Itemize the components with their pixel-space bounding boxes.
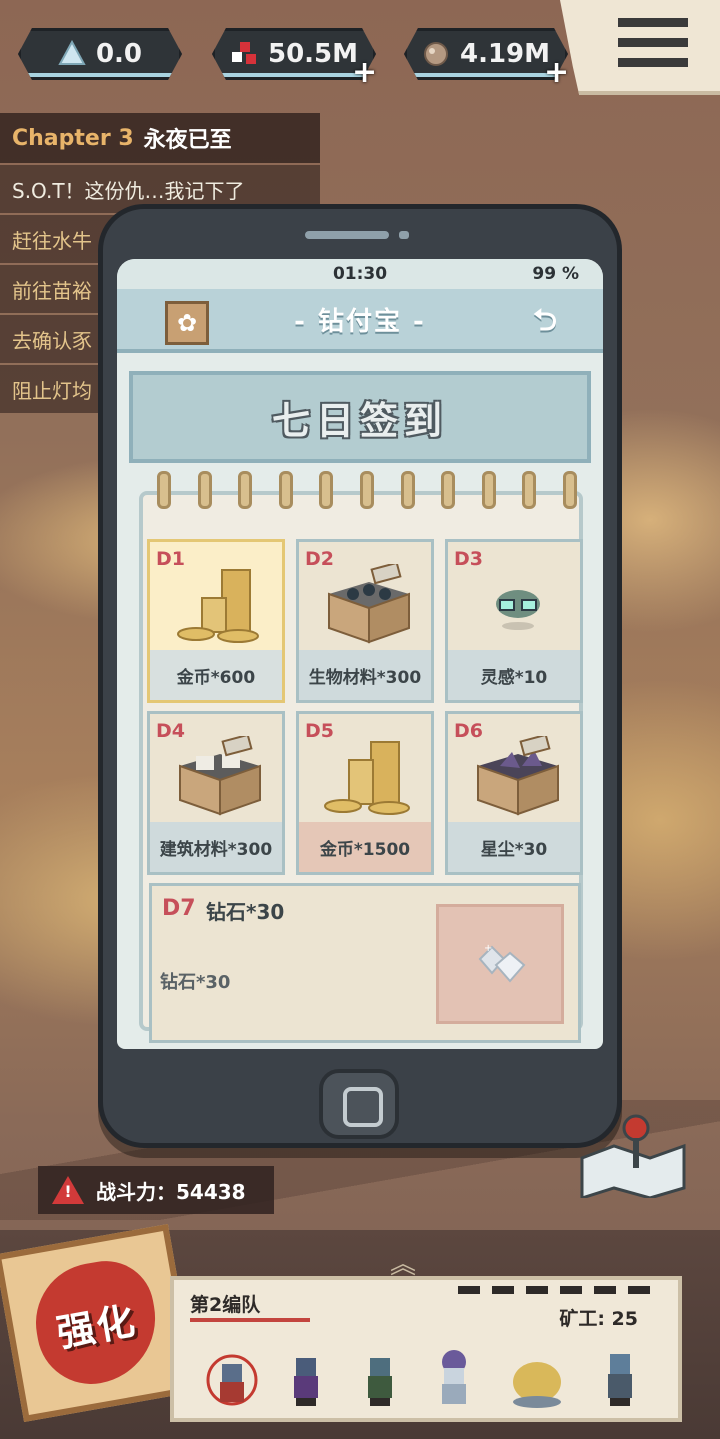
calendar-rings: [157, 471, 577, 511]
day-cell-d4[interactable]: D4 建筑材料*300: [147, 711, 285, 875]
phone-camera: [399, 231, 409, 239]
day-cell-d1[interactable]: D1 金币*600: [147, 539, 285, 703]
inspiration-icon: [496, 590, 540, 630]
team-member-avatar[interactable]: [428, 1346, 480, 1410]
gene-cube-icon: [230, 40, 258, 68]
coins-icon: [324, 741, 410, 815]
ore-icon: [422, 40, 450, 68]
warning-icon: !: [52, 1176, 84, 1204]
team-name-underline: [190, 1318, 310, 1322]
team-dashes: [458, 1286, 658, 1294]
reward-label: 金币*1500: [299, 822, 431, 872]
svg-text:+: +: [484, 943, 492, 954]
reward-label: 星尘*30: [448, 822, 580, 872]
expand-chevron-icon[interactable]: ︽: [378, 1244, 428, 1280]
team-member-avatar[interactable]: [594, 1346, 646, 1410]
strengthen-button[interactable]: 强化: [0, 1224, 198, 1422]
day-cell-d3[interactable]: D3 灵感*10: [445, 539, 583, 703]
coins-icon: [177, 569, 259, 643]
reward-label: 灵感*10: [448, 650, 580, 700]
day-label: D7: [162, 896, 196, 921]
app-title-bar: ✿ - 钻付宝 - ⮌: [117, 289, 603, 353]
flower-icon[interactable]: ✿: [165, 301, 209, 345]
day7-title: 钻石*30: [206, 900, 285, 924]
phone-speaker: [305, 231, 389, 239]
resource-crystal[interactable]: 0.0: [18, 28, 182, 80]
miner-count: 矿工: 25: [559, 1308, 638, 1330]
app-title: - 钻付宝 -: [294, 306, 426, 337]
resource-value: 0.0: [95, 39, 143, 69]
menu-icon-bar: [618, 38, 688, 47]
map-icon[interactable]: [578, 1108, 688, 1198]
back-button[interactable]: ⮌: [519, 305, 571, 337]
status-time: 01:30: [332, 264, 388, 284]
signin-banner: 七日签到: [129, 371, 591, 463]
day7-desc: 钻石*30: [160, 972, 231, 993]
reward-label: 金币*600: [150, 650, 282, 700]
resource-value: 50.5M: [267, 39, 359, 69]
crystal-icon: [58, 40, 86, 68]
resource-value: 4.19M: [459, 39, 551, 69]
day-cell-d5[interactable]: D5 金币*1500: [296, 711, 434, 875]
diamond-icon: +: [478, 943, 526, 983]
chapter-label: Chapter 3: [12, 125, 134, 151]
chapter-name: 永夜已至: [143, 128, 232, 153]
team-member-avatar[interactable]: [502, 1346, 572, 1410]
combat-power: ! 战斗力：54438: [38, 1166, 274, 1214]
day-cell-d2[interactable]: D2 生物材料*300: [296, 539, 434, 703]
team-member-avatar[interactable]: [280, 1346, 332, 1410]
menu-icon-bar: [618, 58, 688, 67]
combat-power-label: 战斗力：54438: [96, 1179, 246, 1204]
banner-title: 七日签到: [271, 398, 448, 443]
status-bar: 01:30 99 %: [117, 259, 603, 289]
add-gene-plus-icon[interactable]: +: [352, 58, 377, 88]
add-ore-plus-icon[interactable]: +: [544, 58, 569, 88]
team-members: [206, 1336, 646, 1410]
phone-home-button[interactable]: [319, 1069, 399, 1139]
phone-screen: 01:30 99 % ✿ - 钻付宝 - ⮌ 七日签到 D1 金币*600 D2…: [117, 259, 603, 1049]
chapter-header: Chapter 3 永夜已至: [0, 113, 320, 163]
menu-button[interactable]: [560, 0, 720, 95]
status-battery: 99 %: [532, 264, 579, 284]
team-name: 第2编队: [190, 1294, 261, 1316]
team-panel[interactable]: 第2编队 矿工: 25: [170, 1276, 682, 1422]
phone-popup: 01:30 99 % ✿ - 钻付宝 - ⮌ 七日签到 D1 金币*600 D2…: [98, 204, 622, 1148]
day-cell-d6[interactable]: D6 星尘*30: [445, 711, 583, 875]
day-cell-d7[interactable]: D7 钻石*30 钻石*30 +: [149, 883, 581, 1043]
team-member-avatar[interactable]: [206, 1346, 258, 1410]
reward-label: 建筑材料*300: [150, 822, 282, 872]
stardust-box-icon: [477, 736, 559, 816]
day7-reward-box: +: [436, 904, 564, 1024]
team-member-avatar[interactable]: [354, 1346, 406, 1410]
building-material-box-icon: [179, 736, 261, 816]
bio-material-box-icon: [328, 564, 410, 644]
menu-icon-bar: [618, 18, 688, 27]
signin-calendar: D1 金币*600 D2 生物材料*300 D3 灵感*10 D4 建筑材料*3…: [139, 491, 583, 1043]
reward-label: 生物材料*300: [299, 650, 431, 700]
